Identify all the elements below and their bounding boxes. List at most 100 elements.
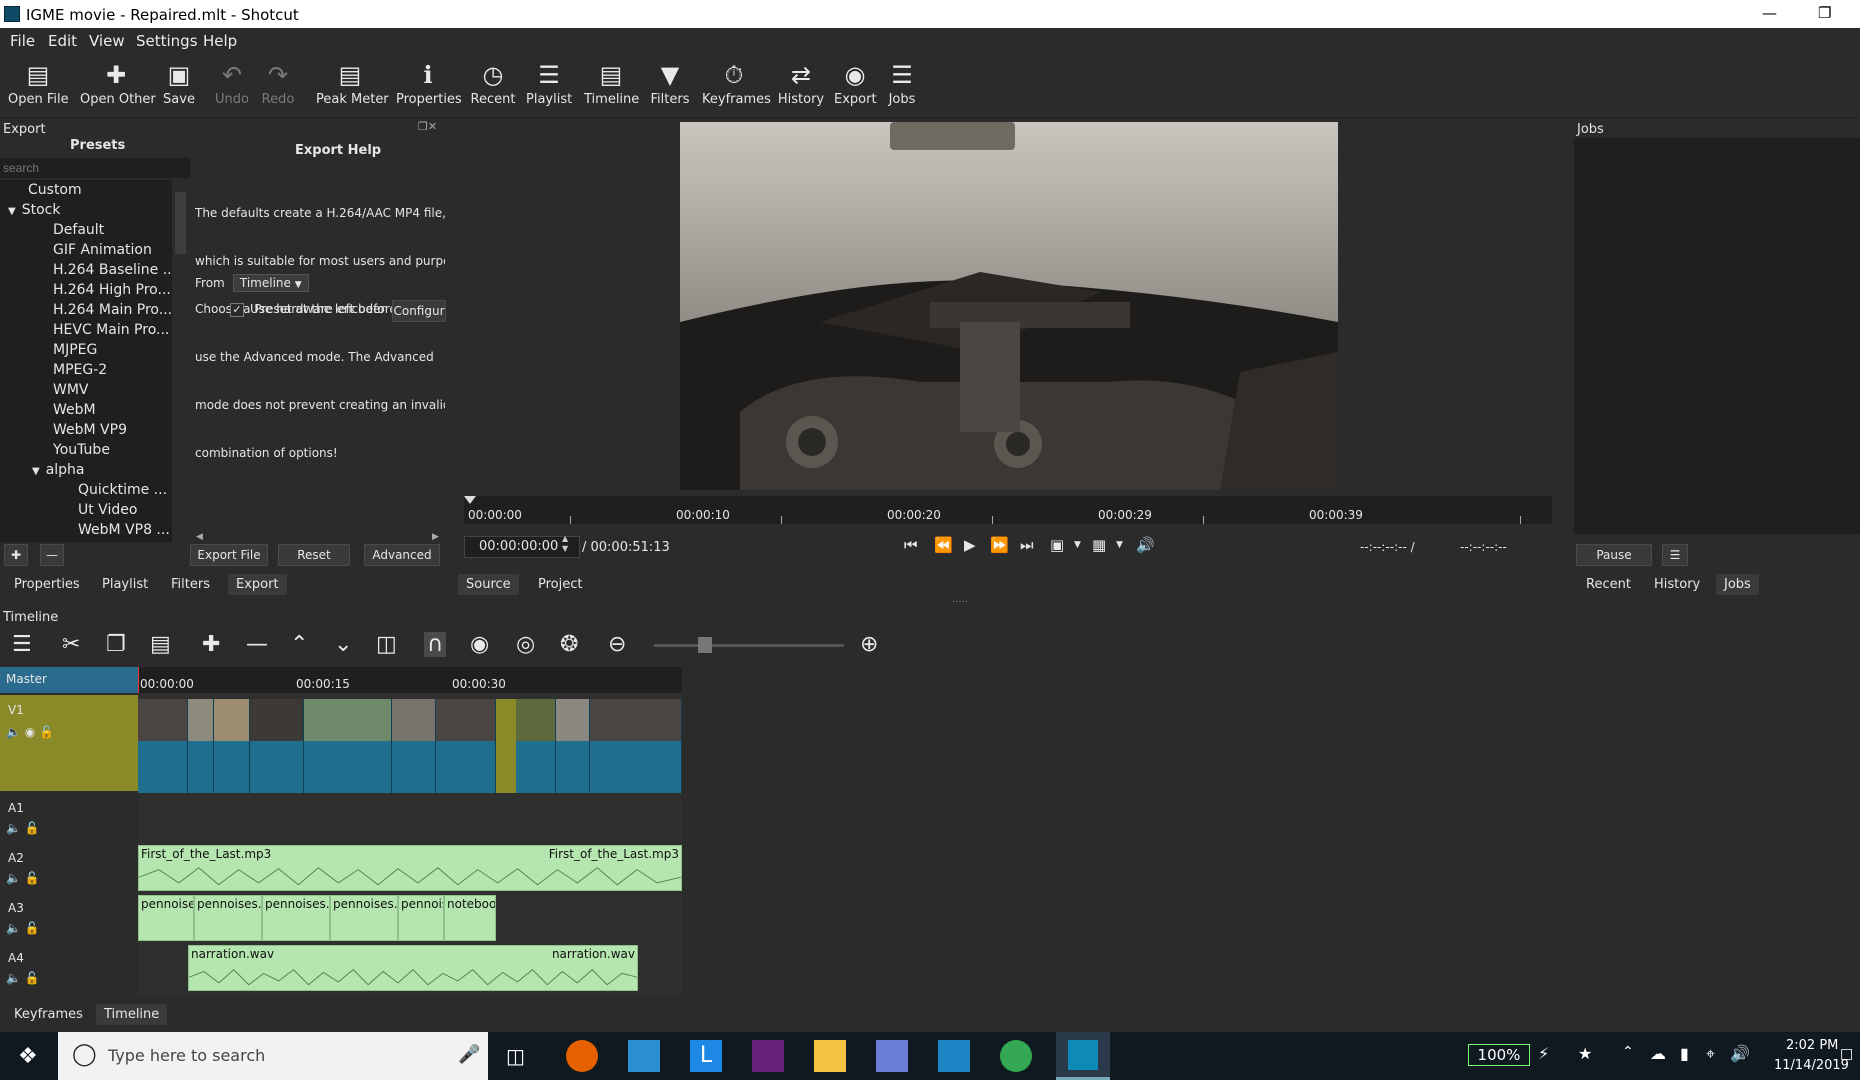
preset-item[interactable]: MJPEG — [53, 342, 97, 358]
video-clip[interactable] — [138, 699, 188, 793]
audio-clip-pennoises[interactable]: pennoises.v — [330, 895, 398, 941]
filters-button[interactable]: ▼ Filters — [648, 60, 692, 118]
minimize-button[interactable]: — — [1762, 4, 1777, 22]
preset-item[interactable]: Custom — [28, 182, 82, 198]
menu-settings[interactable]: Settings — [136, 32, 198, 50]
skip-to-end-icon[interactable]: ⏭ — [1020, 536, 1034, 554]
track-header-a3[interactable]: A3 🔈 🔓 — [0, 893, 138, 941]
preset-item[interactable]: H.264 Baseline ... — [53, 262, 172, 278]
recent-button[interactable]: ◷ Recent — [470, 60, 516, 118]
cut-icon[interactable]: ✂ — [62, 632, 80, 657]
jobs-menu-button[interactable]: ☰ — [1662, 544, 1688, 566]
video-clip[interactable] — [392, 699, 436, 793]
clock-time[interactable]: 2:02 PM — [1786, 1038, 1838, 1053]
audio-clip-first-of-the-last[interactable]: First_of_the_Last.mp3 First_of_the_Last.… — [138, 845, 682, 891]
playlist-button[interactable]: ☰ Playlist — [526, 60, 572, 118]
menu-view[interactable]: View — [89, 32, 125, 50]
overwrite-icon[interactable]: ⌄ — [334, 632, 352, 657]
preset-item[interactable]: Default — [53, 222, 104, 238]
tab-keyframes[interactable]: Keyframes — [6, 1004, 91, 1025]
fast-forward-icon[interactable]: ⏩ — [990, 536, 1009, 554]
tab-playlist[interactable]: Playlist — [94, 574, 156, 595]
copy-icon[interactable]: ❐ — [106, 632, 126, 657]
audio-clip-pennoises[interactable]: pennoises.v — [194, 895, 262, 941]
video-clip[interactable] — [516, 699, 556, 793]
peak-meter-button[interactable]: ▤ Peak Meter — [316, 60, 389, 118]
timeline-gap[interactable] — [496, 699, 516, 793]
from-select[interactable]: Timeline ▼ — [232, 274, 309, 292]
history-button[interactable]: ⇄ History — [776, 60, 826, 118]
preset-item[interactable]: YouTube — [53, 442, 110, 458]
track-header-v1[interactable]: V1 🔈 ◉ 🔓 — [0, 695, 138, 791]
tab-timeline[interactable]: Timeline — [96, 1004, 168, 1025]
split-icon[interactable]: ◫ — [376, 632, 397, 657]
tab-project[interactable]: Project — [530, 574, 590, 595]
preset-item[interactable]: Ut Video — [78, 502, 137, 518]
app-icon[interactable] — [628, 1040, 660, 1072]
speaker-icon[interactable]: 🔊 — [1730, 1044, 1750, 1063]
float-close-icon[interactable]: ❐✕ — [418, 120, 437, 133]
snap-magnet-icon[interactable]: ∩ — [424, 632, 447, 657]
redo-button[interactable]: ↷ Redo — [260, 60, 296, 118]
ripple-all-icon[interactable]: ❂ — [560, 632, 578, 657]
taskbar-search-box[interactable]: ◯ Type here to search 🎤 — [58, 1032, 488, 1080]
lock-icon[interactable]: 🔓 — [25, 821, 40, 835]
remove-preset-button[interactable]: — — [40, 544, 64, 566]
splitter-handle[interactable]: ..... — [952, 594, 968, 605]
video-clip[interactable] — [556, 699, 590, 793]
plug-icon[interactable]: ⚡ — [1538, 1044, 1549, 1063]
grid-icon[interactable]: ▦ — [1092, 536, 1106, 554]
windows-start-icon[interactable]: ❖ — [18, 1044, 38, 1069]
audio-clip-narration[interactable]: narration.wav narration.wav — [188, 945, 638, 991]
zoom-slider[interactable] — [654, 644, 844, 647]
zoom-icon[interactable]: ▣ — [1050, 536, 1064, 554]
clock-date[interactable]: 11/14/2019 — [1774, 1058, 1849, 1073]
eye-icon[interactable]: ◉ — [25, 725, 35, 739]
menu-icon[interactable]: ☰ — [12, 632, 32, 657]
configure-button[interactable]: Configur — [392, 300, 446, 322]
properties-button[interactable]: ℹ Properties — [396, 60, 462, 118]
preset-search-input[interactable] — [0, 158, 190, 178]
tab-export[interactable]: Export — [228, 574, 287, 595]
firefox-icon[interactable] — [566, 1040, 598, 1072]
zoom-in-icon[interactable]: ⊕ — [860, 632, 878, 657]
preset-item[interactable]: WMV — [53, 382, 89, 398]
audio-clip-pennoises[interactable]: pennoises.v — [138, 895, 194, 941]
video-clip[interactable] — [590, 699, 682, 793]
preset-item[interactable]: WebM — [53, 402, 96, 418]
visual-studio-icon[interactable] — [752, 1040, 784, 1072]
video-clip[interactable] — [250, 699, 304, 793]
lock-icon[interactable]: 🔓 — [25, 971, 40, 985]
lock-icon[interactable]: 🔓 — [25, 921, 40, 935]
track-header-a2[interactable]: A2 🔈 🔓 — [0, 843, 138, 891]
mute-icon[interactable]: 🔈 — [6, 971, 21, 985]
undo-button[interactable]: ↶ Undo — [214, 60, 250, 118]
scroll-right-icon[interactable]: ▶ — [432, 532, 439, 542]
video-clip[interactable] — [304, 699, 392, 793]
microphone-icon[interactable]: 🎤 — [458, 1044, 480, 1065]
shotcut-taskbar-button[interactable] — [1056, 1032, 1110, 1080]
preset-item[interactable]: H.264 Main Pro... — [53, 302, 172, 318]
preset-item[interactable]: WebM VP8 ... — [78, 522, 170, 538]
notifications-icon[interactable]: □ — [1840, 1046, 1853, 1062]
volume-icon[interactable]: 🔊 — [1136, 536, 1155, 554]
zoom-slider-handle[interactable] — [698, 637, 712, 653]
ripple-icon[interactable]: ◎ — [516, 632, 535, 657]
timeline-ruler[interactable]: 00:00:00 00:00:15 00:00:30 — [138, 667, 682, 693]
timeline-tracks[interactable]: 00:00:00 00:00:15 00:00:30 First_of_the_… — [138, 667, 682, 997]
video-preview[interactable] — [680, 122, 1338, 490]
onedrive-cloud-icon[interactable]: ☁ — [1650, 1044, 1666, 1063]
file-explorer-icon[interactable] — [814, 1040, 846, 1072]
rewind-icon[interactable]: ⏪ — [934, 536, 953, 554]
preset-scrollbar[interactable] — [172, 180, 189, 542]
timeline-playhead[interactable] — [138, 667, 139, 693]
tab-jobs[interactable]: Jobs — [1716, 574, 1759, 595]
add-preset-button[interactable]: ✚ — [4, 544, 28, 566]
tab-recent[interactable]: Recent — [1578, 574, 1639, 595]
preset-item[interactable]: H.264 High Pro... — [53, 282, 171, 298]
menu-edit[interactable]: Edit — [48, 32, 77, 50]
player-ruler[interactable]: 00:00:00 00:00:10 00:00:20 00:00:29 00:0… — [464, 496, 1552, 524]
preset-item[interactable]: GIF Animation — [53, 242, 152, 258]
chevron-up-icon[interactable]: ⌃ — [1622, 1044, 1634, 1060]
people-icon[interactable]: ★ — [1578, 1044, 1592, 1063]
